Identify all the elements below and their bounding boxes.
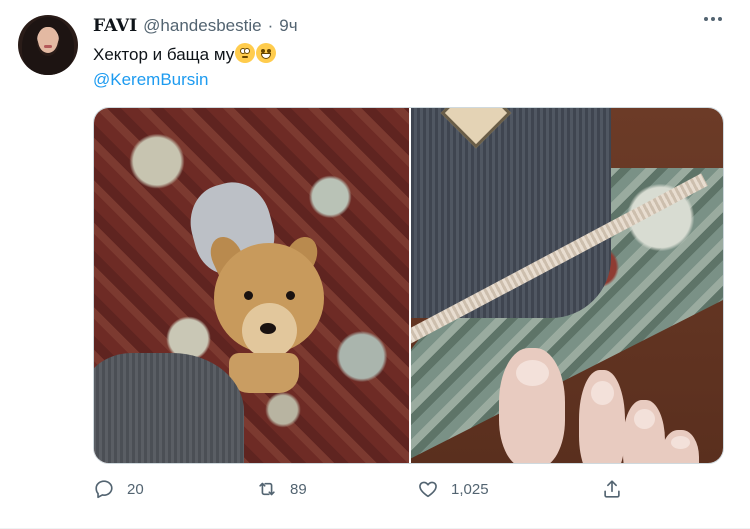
heart-icon xyxy=(419,481,437,498)
dog-nose xyxy=(260,323,276,334)
reply-count: 20 xyxy=(127,480,144,498)
toe xyxy=(623,400,665,463)
toe xyxy=(499,348,565,463)
couch-arm xyxy=(94,353,244,463)
more-options-icon[interactable] xyxy=(704,17,722,21)
share-icon xyxy=(604,480,620,498)
reply-icon xyxy=(95,480,113,499)
retweet-count: 89 xyxy=(290,480,307,498)
photo-foot-on-rug[interactable] xyxy=(411,108,723,463)
retweet-icon xyxy=(259,482,275,496)
photo-dog-on-rug[interactable] xyxy=(94,108,409,463)
like-count: 1,025 xyxy=(451,480,489,498)
tweet-text-content: Хектор и баща му xyxy=(93,45,235,64)
toe xyxy=(661,430,699,463)
toe xyxy=(579,370,625,463)
tweet-text: Хектор и баща му xyxy=(93,43,277,67)
tweet[interactable]: FAVI @handesbestie · 9ч Хектор и баща му… xyxy=(0,0,750,529)
separator-dot: · xyxy=(267,16,274,35)
tweet-header: FAVI @handesbestie · 9ч xyxy=(93,16,298,36)
like-button[interactable]: 1,025 xyxy=(417,478,489,500)
timestamp[interactable]: 9ч xyxy=(279,16,297,36)
grinning-face-emoji-icon xyxy=(256,43,277,63)
retweet-button[interactable]: 89 xyxy=(256,478,307,500)
mention-link[interactable]: @KeremBursin xyxy=(93,68,209,92)
user-handle[interactable]: @handesbestie xyxy=(143,16,261,36)
dog-eye-right xyxy=(286,291,295,300)
share-button[interactable] xyxy=(601,478,623,500)
avatar-lips xyxy=(44,45,52,48)
rolling-eyes-emoji-icon xyxy=(235,43,256,63)
avatar-face xyxy=(38,27,58,53)
media-grid xyxy=(93,107,724,464)
display-name[interactable]: FAVI xyxy=(93,16,137,36)
avatar[interactable] xyxy=(18,15,78,75)
dog-eye-left xyxy=(244,291,253,300)
dog-legs xyxy=(229,353,299,393)
tweet-actions: 20 89 1,025 xyxy=(93,478,633,506)
reply-button[interactable]: 20 xyxy=(93,478,144,500)
